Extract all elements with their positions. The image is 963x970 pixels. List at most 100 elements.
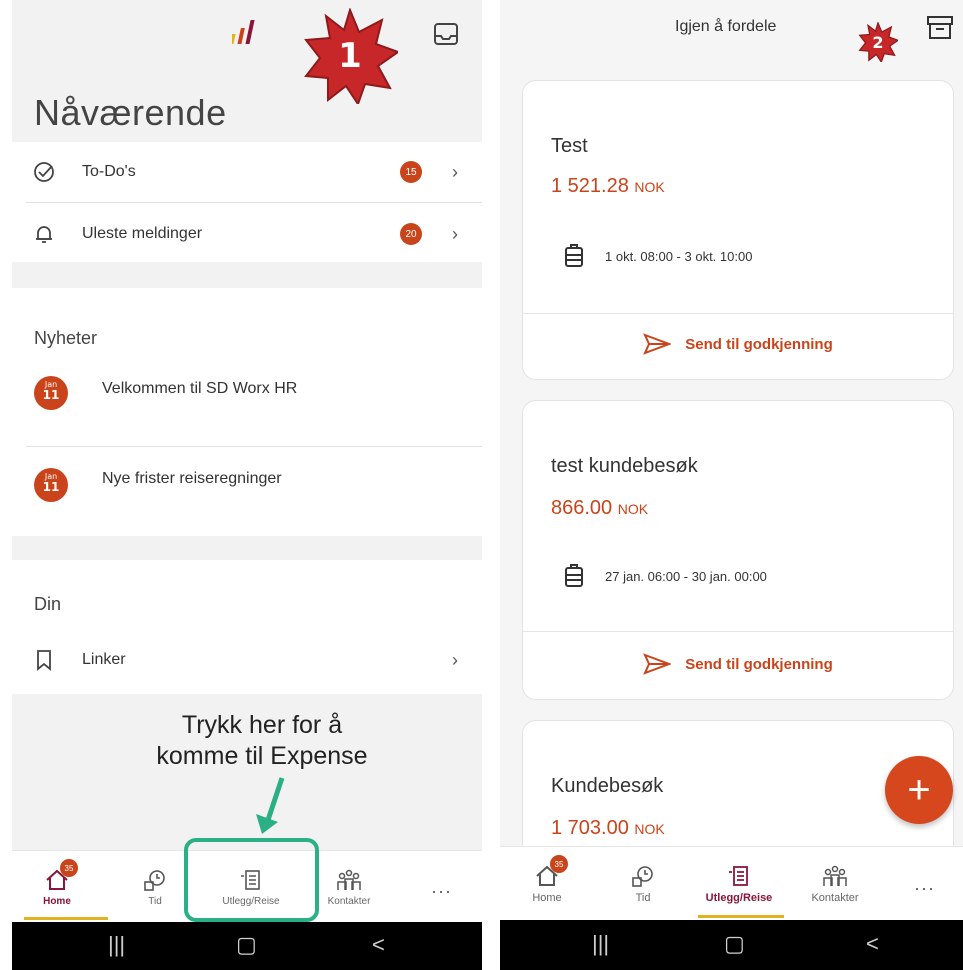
recent-apps-icon[interactable]: |||: [108, 932, 125, 958]
links-row[interactable]: Linker ›: [12, 630, 482, 690]
trip-dates: 1 okt. 08:00 - 3 okt. 10:00: [605, 248, 753, 264]
expense-card[interactable]: Test 1 521.28 NOK 1 okt. 08:00 - 3 okt. …: [522, 80, 954, 380]
android-system-bar: ||| ▢ <: [500, 920, 963, 970]
check-circle-icon: [34, 162, 54, 182]
expense-screen: Igjen å fordele 2 Test 1 521.28 NOK 1 ok…: [500, 0, 963, 970]
news-title: Nyheter: [34, 328, 98, 348]
inbox-icon[interactable]: [432, 20, 460, 48]
todo-count-badge: 15: [400, 161, 422, 183]
todo-row[interactable]: To-Do's 15 ›: [12, 142, 482, 202]
todo-label: To-Do's: [82, 163, 136, 180]
nav-tid[interactable]: Tid: [598, 847, 688, 921]
active-tab-indicator: [24, 917, 108, 920]
trip-period: 1 okt. 08:00 - 3 okt. 10:00: [563, 243, 752, 269]
trip-dates: 27 jan. 06:00 - 30 jan. 00:00: [605, 568, 767, 584]
news-section: Nyheter Jan 11 Velkommen til SD Worx HR …: [12, 288, 482, 536]
time-icon: [144, 869, 165, 891]
step-2-number: 2: [872, 32, 884, 52]
currency: NOK: [634, 179, 665, 195]
step-2-marker: 2: [858, 22, 898, 62]
chevron-right-icon: ›: [452, 223, 458, 244]
send-label: Send til godkjenning: [685, 655, 833, 673]
nav-home[interactable]: 35 Home: [12, 851, 102, 923]
unread-messages-row[interactable]: Uleste meldinger 20 ›: [12, 204, 482, 264]
expense-card[interactable]: test kundebesøk 866.00 NOK 27 jan. 06:00…: [522, 400, 954, 700]
highlight-box: [184, 838, 319, 922]
nav-kontakter[interactable]: Kontakter: [790, 847, 880, 921]
home-badge: 35: [60, 859, 78, 877]
links-label: Linker: [82, 651, 126, 668]
card-divider: [523, 631, 953, 632]
nav-utlegg-label: Utlegg/Reise: [705, 892, 773, 904]
home-button-icon[interactable]: ▢: [236, 932, 257, 958]
currency: NOK: [617, 501, 649, 517]
nav-home-label: Home: [43, 895, 71, 907]
currency: NOK: [634, 821, 665, 837]
send-label: Send til godkjenning: [685, 335, 833, 353]
chevron-right-icon: ›: [452, 161, 458, 182]
nav-home-label: Home: [532, 892, 562, 904]
expense-name: Test: [551, 135, 588, 157]
time-icon: [632, 866, 653, 887]
news-day: 11: [42, 480, 60, 494]
news-title-text: Velkommen til SD Worx HR: [102, 380, 298, 397]
expense-name: test kundebesøk: [551, 455, 698, 477]
step-1-number: 1: [338, 36, 362, 76]
amount-value: 1 703.00: [551, 817, 629, 839]
nav-utlegg-reise[interactable]: Utlegg/Reise: [694, 847, 784, 921]
send-icon: [643, 333, 672, 355]
home-screen: 1 Nåværende To-Do's 15 › Uleste meldinge…: [12, 0, 482, 970]
annotation-line-2: komme til Expense: [156, 742, 368, 770]
more-icon: ...: [431, 876, 453, 897]
back-icon[interactable]: <: [866, 931, 879, 957]
top-bar: [12, 0, 482, 80]
calendar-date-icon: Jan 11: [34, 376, 68, 410]
unread-count-badge: 20: [400, 223, 422, 245]
contacts-icon: [337, 869, 361, 890]
annotation-line-1: Trykk her for å: [181, 711, 343, 739]
home-badge: 35: [550, 855, 568, 873]
archive-icon[interactable]: [925, 12, 955, 42]
nav-home[interactable]: 35 Home: [502, 847, 592, 921]
unread-messages-label: Uleste meldinger: [82, 225, 203, 242]
step-1-marker: 1: [302, 8, 398, 104]
expense-amount: 1 703.00 NOK: [551, 817, 665, 840]
bottom-nav: 35 Home Tid Utlegg/Reise Kontakter ...: [500, 846, 963, 920]
nav-kontakter-label: Kontakter: [327, 895, 371, 907]
send-for-approval-button[interactable]: Send til godkjenning: [523, 653, 953, 675]
current-section: To-Do's 15 › Uleste meldinger 20 ›: [12, 142, 482, 262]
luggage-icon: [565, 564, 583, 587]
active-tab-indicator: [698, 915, 784, 918]
amount-value: 1 521.28: [551, 175, 629, 197]
nav-tid-label: Tid: [635, 892, 651, 904]
nav-more[interactable]: ...: [397, 851, 482, 923]
news-item[interactable]: Jan 11 Velkommen til SD Worx HR: [12, 366, 482, 444]
news-item[interactable]: Jan 11 Nye frister reiseregninger: [12, 448, 482, 526]
expense-name: Kundebesøk: [551, 775, 664, 797]
home-button-icon[interactable]: ▢: [724, 931, 745, 957]
screenshot-root: 1 Nåværende To-Do's 15 › Uleste meldinge…: [0, 0, 963, 970]
expense-amount: 1 521.28 NOK: [551, 175, 665, 198]
din-section: Din Linker ›: [12, 560, 482, 694]
contacts-icon: [823, 865, 847, 886]
news-title-text: Nye frister reiseregninger: [102, 470, 282, 487]
back-icon[interactable]: <: [372, 932, 385, 958]
trip-period: 27 jan. 06:00 - 30 jan. 00:00: [563, 563, 767, 589]
nav-kontakter-label: Kontakter: [811, 892, 859, 904]
plus-icon: +: [907, 767, 931, 812]
bookmark-icon: [37, 650, 51, 671]
luggage-icon: [565, 244, 583, 267]
android-system-bar: ||| ▢ <: [12, 922, 482, 970]
calendar-date-icon: Jan 11: [34, 468, 68, 502]
add-expense-button[interactable]: +: [885, 756, 953, 824]
page-title: Igjen å fordele: [675, 18, 777, 35]
expense-amount: 866.00 NOK: [551, 497, 648, 520]
send-for-approval-button[interactable]: Send til godkjenning: [523, 333, 953, 355]
din-title: Din: [34, 594, 62, 614]
chevron-right-icon: ›: [452, 649, 458, 670]
arrow-down-icon: [256, 777, 285, 834]
divider: [26, 202, 482, 203]
recent-apps-icon[interactable]: |||: [592, 931, 609, 957]
news-day: 11: [42, 388, 60, 402]
nav-more[interactable]: ...: [880, 847, 963, 921]
